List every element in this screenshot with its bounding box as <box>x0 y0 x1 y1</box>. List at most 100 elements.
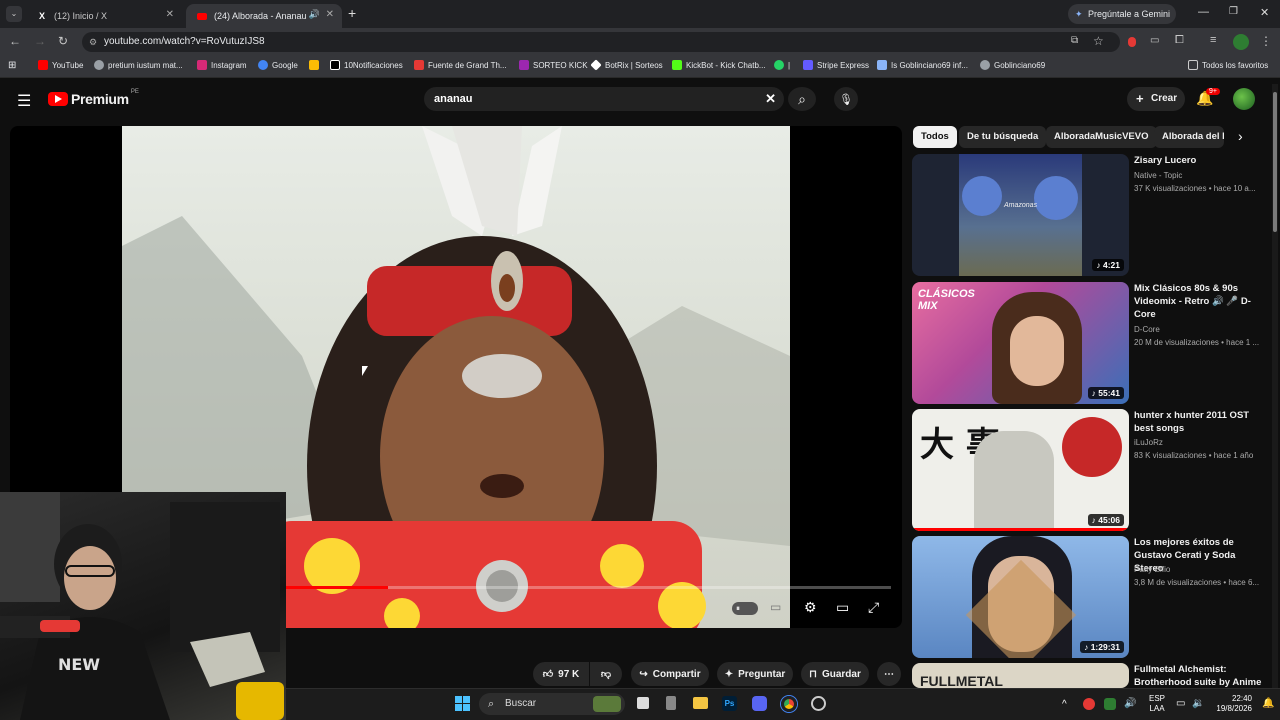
forward-icon[interactable]: → <box>34 34 46 48</box>
bookmark-google[interactable]: Google <box>258 60 298 70</box>
video-thumbnail[interactable]: Amazonas ♪ 4:21 <box>912 154 1129 276</box>
progress-bar-track[interactable] <box>285 586 891 589</box>
video-thumbnail[interactable]: FULLMETAL <box>912 663 1129 688</box>
bookmark-notificaciones[interactable]: 10Notificaciones <box>330 60 403 70</box>
bookmark-kickbot[interactable]: KickBot - Kick Chatb... <box>672 60 766 70</box>
close-tab-icon[interactable]: ✕ <box>166 9 174 20</box>
like-button[interactable]: 👍︎ 97 K <box>533 662 589 686</box>
bookmark-sorteo-kick[interactable]: SORTEO KICK <box>519 60 588 70</box>
chrome-menu-icon[interactable]: ⋮ <box>1260 34 1272 48</box>
search-input[interactable]: ananau ✕ <box>424 87 784 111</box>
notification-center-icon[interactable]: 🔔 <box>1262 698 1274 709</box>
page-scrollbar[interactable] <box>1272 84 1278 688</box>
channel-name[interactable]: Patty Effio <box>1134 565 1170 574</box>
scrollbar-thumb[interactable] <box>1273 92 1277 232</box>
task-view-icon[interactable] <box>637 697 649 709</box>
bookmark-goblinciano[interactable]: Goblinciano69 <box>980 60 1045 70</box>
save-button[interactable]: ⊓ Guardar <box>801 662 869 686</box>
bookmark-botrix[interactable]: BotRix | Sorteos <box>590 59 663 71</box>
ask-button[interactable]: ✦ Preguntar <box>717 662 793 686</box>
tray-chevron-icon[interactable]: ^ <box>1062 699 1067 710</box>
ask-gemini-button[interactable]: ✦ Pregúntale a Gemini <box>1068 4 1176 24</box>
channel-name[interactable]: iLuJoRz <box>1134 438 1163 447</box>
youtube-logo[interactable]: Premium PE <box>48 89 139 107</box>
list-item[interactable]: Amazonas ♪ 4:21 Zisary Lucero Native - T… <box>912 154 1270 276</box>
more-actions-button[interactable]: ⋯ <box>877 662 901 686</box>
chip-de-tu-busqueda[interactable]: De tu búsqueda <box>959 126 1047 148</box>
bookmark-stripe[interactable]: Stripe Express <box>803 60 869 70</box>
list-item[interactable]: FULLMETAL Fullmetal Alchemist: Brotherho… <box>912 663 1270 688</box>
new-tab-button[interactable]: + <box>348 5 356 21</box>
address-bar[interactable]: ⚙ youtube.com/watch?v=RoVutuzIJS8 <box>82 32 1120 52</box>
bookmark-instagram[interactable]: Instagram <box>197 60 247 70</box>
fullscreen-icon[interactable]: ⤢ <box>868 599 879 616</box>
chip-alborada-del-inca[interactable]: Alborada del Inca <box>1154 126 1224 148</box>
bookmark-goblinciano-info[interactable]: Is Goblinciano69 inf... <box>877 60 968 70</box>
profile-avatar[interactable] <box>1233 34 1249 50</box>
list-item[interactable]: ♪ 1:29:31 Los mejores éxitos de Gustavo … <box>912 536 1270 658</box>
tab-alborada-youtube[interactable]: (24) Alborada - Ananau - Yo 🔊 ✕ <box>186 4 342 28</box>
file-explorer-icon[interactable] <box>693 697 708 709</box>
subtitles-icon[interactable]: ▭ <box>770 600 781 614</box>
app-icon-grey[interactable] <box>666 696 676 710</box>
language-indicator[interactable]: ESP LAA <box>1149 694 1165 714</box>
media-controls-icon[interactable]: ≡ <box>1210 34 1216 46</box>
channel-name[interactable]: D-Core <box>1134 325 1160 334</box>
close-window-button[interactable]: ✕ <box>1260 6 1269 19</box>
audio-playing-icon[interactable]: 🔊 <box>309 9 320 20</box>
chip-todos[interactable]: Todos <box>913 126 957 148</box>
video-thumbnail[interactable]: 大 事 ♪ 45:06 <box>912 409 1129 531</box>
clear-search-icon[interactable]: ✕ <box>765 87 776 111</box>
tray-app-icon[interactable] <box>1083 698 1095 710</box>
dislike-button[interactable]: 👎︎ <box>590 662 622 686</box>
puzzle-extensions-icon[interactable]: ⧠ <box>1175 34 1184 47</box>
back-icon[interactable]: ← <box>9 34 21 48</box>
chevron-right-icon[interactable]: › <box>1238 128 1243 144</box>
avatar[interactable] <box>1233 88 1255 110</box>
tab-search-button[interactable]: ⌄ <box>6 6 22 22</box>
clock[interactable]: 22:40 19/8/2026 <box>1214 694 1252 714</box>
chrome-icon[interactable] <box>781 696 797 712</box>
photoshop-icon[interactable]: Ps <box>722 696 737 711</box>
bookmark-pinwheel[interactable] <box>309 60 323 70</box>
autoplay-toggle[interactable]: ⏸ <box>732 602 758 615</box>
bookmark-star-icon[interactable]: ☆ <box>1093 34 1104 48</box>
search-button[interactable]: ⌕ <box>788 87 816 111</box>
extension-red-icon[interactable] <box>1128 37 1136 47</box>
apps-icon[interactable]: ⊞ <box>8 60 16 71</box>
taskbar-search[interactable]: ⌕ Buscar <box>479 693 625 715</box>
site-info-icon[interactable]: ⚙ <box>89 32 97 52</box>
close-tab-icon[interactable]: ✕ <box>326 9 334 20</box>
video-thumbnail[interactable]: CLÁSICOS MIX ♪ 55:41 <box>912 282 1129 404</box>
network-icon[interactable]: ▭ <box>1176 698 1185 709</box>
volume-icon[interactable]: 🔉 <box>1192 698 1204 709</box>
bookmark-pretium[interactable]: pretium iustum mat... <box>94 60 183 70</box>
list-item[interactable]: CLÁSICOS MIX ♪ 55:41 Mix Clásicos 80s & … <box>912 282 1270 404</box>
reload-icon[interactable]: ↻ <box>58 34 68 48</box>
tab-inicio-x[interactable]: X (12) Inicio / X ✕ <box>26 4 182 28</box>
video-title[interactable]: Mix Clásicos 80s & 90s Videomix - Retro … <box>1134 282 1264 321</box>
tray-shield-icon[interactable] <box>1104 698 1116 710</box>
hamburger-menu-icon[interactable]: ☰ <box>17 91 31 111</box>
install-app-icon[interactable]: ⧉ <box>1071 35 1078 46</box>
restore-button[interactable]: ❐ <box>1229 6 1238 17</box>
speaker-icon[interactable]: 🔊 <box>1124 698 1136 709</box>
create-button[interactable]: + Crear <box>1127 87 1185 111</box>
bookmark-youtube[interactable]: YouTube <box>38 60 83 70</box>
extension-icon[interactable]: ▭ <box>1150 35 1159 46</box>
video-title[interactable]: Fullmetal Alchemist: Brotherhood suite b… <box>1134 663 1264 688</box>
app-icon-overlay[interactable] <box>811 696 826 711</box>
theater-mode-icon[interactable]: ▭ <box>836 599 849 616</box>
video-thumbnail[interactable]: ♪ 1:29:31 <box>912 536 1129 658</box>
list-item[interactable]: 大 事 ♪ 45:06 hunter x hunter 2011 OST bes… <box>912 409 1270 531</box>
video-title[interactable]: hunter x hunter 2011 OST best songs <box>1134 409 1264 435</box>
all-favorites[interactable]: Todos los favoritos <box>1188 60 1268 70</box>
minimize-button[interactable]: — <box>1198 6 1209 18</box>
channel-name[interactable]: Native - Topic <box>1134 171 1182 180</box>
video-title[interactable]: Zisary Lucero <box>1134 154 1264 167</box>
windows-start-icon[interactable] <box>455 696 470 711</box>
bookmark-grand-theft[interactable]: Fuente de Grand Th... <box>414 60 507 70</box>
share-button[interactable]: ↪ Compartir <box>631 662 709 686</box>
bookmark-whatsapp[interactable]: | <box>774 60 790 70</box>
discord-icon[interactable] <box>752 696 767 711</box>
